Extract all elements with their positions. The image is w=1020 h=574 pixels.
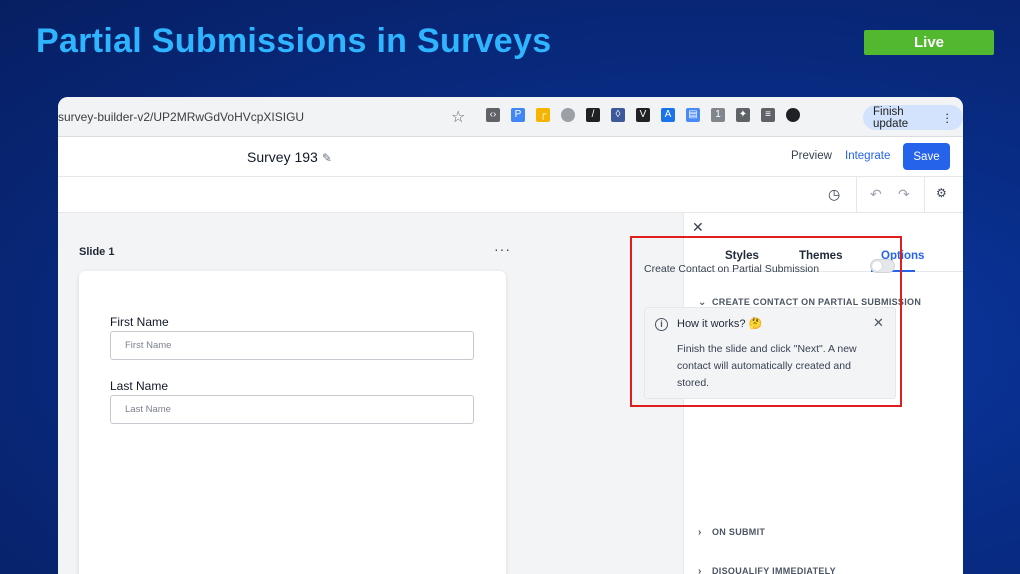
code-extension-icon[interactable]: ‹› [486,108,500,122]
pencil-icon[interactable]: ✎ [322,151,332,165]
more-options-icon: ⋮ [941,112,954,125]
survey-title: Survey 193 ✎ [247,149,332,165]
p-extension-icon[interactable]: P [511,108,525,122]
redo-icon[interactable]: ↷ [898,186,910,203]
form-card: First Name Last Name [79,271,506,574]
info-callout: i How it works? 🤔 ✕ Finish the slide and… [644,307,896,399]
shield-extension-icon[interactable]: ◊ [611,108,625,122]
browser-toolbar: survey-builder-v2/UP2MRwGdVoHVcpXISIGU ☆… [58,97,963,137]
extension-icons: ‹› P ┌ / ◊ V A ▤ 1 ✦ ≡ [486,108,800,122]
partial-submission-toggle[interactable] [870,259,895,273]
history-icon[interactable]: ◷ [828,186,840,203]
info-text: Finish the slide and click "Next". A new… [677,343,857,389]
settings-sliders-icon[interactable]: ⚙ [936,186,947,200]
close-icon[interactable]: ✕ [692,219,704,236]
toolbar-divider [856,177,857,213]
toggle-label: Create Contact on Partial Submission [644,263,820,275]
survey-canvas: Slide 1 ··· First Name Last Name [58,213,683,574]
finish-update-label: Finish update [873,105,909,130]
badge-extension-icon[interactable]: 1 [711,108,725,122]
first-name-label: First Name [110,315,169,329]
star-icon[interactable]: ☆ [451,107,465,127]
save-button[interactable]: Save [903,143,950,170]
undo-icon[interactable]: ↶ [870,186,882,203]
v-extension-icon[interactable]: V [636,108,650,122]
section-on-submit[interactable]: › ON SUBMIT [684,527,963,538]
editor-toolbar: ◷ ↶ ↷ ⚙ [58,177,963,213]
first-name-input[interactable] [110,331,474,360]
chevron-right-icon: › [698,527,702,538]
live-badge: Live [864,30,994,55]
info-icon: i [655,318,668,331]
translate-extension-icon[interactable]: A [661,108,675,122]
slide-menu-icon[interactable]: ··· [494,241,511,257]
address-bar[interactable]: survey-builder-v2/UP2MRwGdVoHVcpXISIGU [58,110,304,124]
slide-title: Partial Submissions in Surveys [36,22,552,60]
section-disqualify[interactable]: › DISQUALIFY IMMEDIATELY [684,566,963,574]
profile-avatar[interactable] [786,108,800,122]
highlight-annotation: Create Contact on Partial Submission i H… [630,236,902,407]
last-name-input[interactable] [110,395,474,424]
slide-label: Slide 1 [79,246,115,258]
app-header: Survey 193 ✎ Preview Integrate Save [58,137,963,177]
chevron-right-icon: › [698,566,702,574]
finish-update-button[interactable]: Finish update ⋮ [863,105,963,130]
media-icon[interactable]: ≡ [761,108,775,122]
dropper-extension-icon[interactable]: / [586,108,600,122]
toolbar-divider [924,177,925,213]
last-name-label: Last Name [110,379,169,393]
puzzle-icon[interactable]: ✦ [736,108,750,122]
pin-extension-icon[interactable] [561,108,575,122]
close-icon[interactable]: ✕ [873,315,884,331]
toggle-knob [872,261,882,271]
section-disqualify-label: DISQUALIFY IMMEDIATELY [712,566,836,574]
info-title: How it works? 🤔 [677,318,763,330]
section-on-submit-label: ON SUBMIT [712,527,766,537]
preview-button[interactable]: Preview [791,150,832,162]
bracket-extension-icon[interactable]: ┌ [536,108,550,122]
integrate-button[interactable]: Integrate [845,150,890,162]
doc-extension-icon[interactable]: ▤ [686,108,700,122]
survey-title-text: Survey 193 [247,149,318,165]
